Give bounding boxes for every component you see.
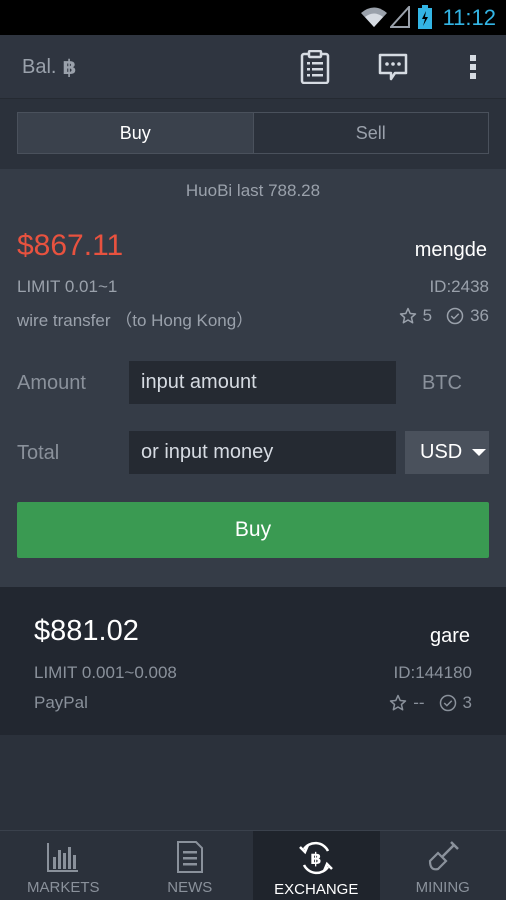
svg-text:฿: ฿ [311, 849, 322, 868]
seller-name: gare [429, 625, 470, 647]
star-outline-icon [399, 307, 416, 324]
clock: 11:12 [442, 5, 496, 30]
offer-price: $867.11 [17, 229, 124, 262]
bottom-navigation: MARKETS NEWS ฿ EXCHANGE MINING [0, 830, 506, 900]
currency-value: USD [420, 441, 463, 463]
amount-placeholder: input amount [141, 371, 257, 393]
chat-button[interactable] [376, 49, 410, 85]
nav-label: NEWS [167, 879, 213, 896]
offer-price: $881.02 [34, 615, 139, 647]
trade-count: 3 [462, 693, 472, 712]
caret-down-icon [472, 449, 487, 456]
seller-stats: 5 36 [399, 306, 489, 326]
last-price-ticker: HuoBi last 788.28 [185, 181, 321, 200]
app-bar: Bal. ฿ [0, 35, 506, 99]
payment-method: wire transfer （to Hong Kong） [17, 311, 254, 330]
bitcoin-exchange-icon: ฿ [299, 841, 334, 875]
offer-id: ID:2438 [429, 277, 489, 296]
seller-stats: -- 3 [389, 693, 472, 713]
trade-type-switch: Buy Sell [0, 99, 506, 169]
nav-mining[interactable]: MINING [380, 831, 506, 900]
rating-value: 5 [422, 306, 433, 325]
clipboard-list-icon [300, 50, 330, 84]
balance-label: Bal. [22, 56, 57, 78]
total-label: Total [17, 442, 60, 464]
rating-value: -- [413, 693, 425, 712]
more-vert-icon [470, 55, 476, 79]
offer-id: ID:144180 [393, 663, 472, 682]
news-icon [176, 841, 203, 873]
nav-news[interactable]: NEWS [127, 831, 254, 900]
wifi-icon [361, 7, 387, 27]
buy-tab[interactable]: Buy [18, 113, 254, 153]
bar-chart-icon [47, 843, 79, 872]
star-outline-icon [389, 694, 407, 711]
battery-charging-icon [418, 5, 432, 29]
total-input[interactable]: or input money [129, 431, 396, 474]
nav-label: EXCHANGE [274, 881, 359, 898]
nav-exchange[interactable]: ฿ EXCHANGE [253, 831, 380, 900]
overflow-menu-button[interactable] [456, 49, 490, 85]
check-circle-icon [446, 307, 464, 325]
bitcoin-icon: ฿ [62, 57, 77, 79]
offer-limit: LIMIT 0.001~0.008 [34, 663, 177, 682]
amount-unit: BTC [422, 372, 462, 394]
amount-label: Amount [17, 372, 86, 394]
currency-select[interactable]: USD [405, 431, 489, 474]
offer-limit: LIMIT 0.01~1 [17, 277, 118, 296]
nav-markets[interactable]: MARKETS [0, 831, 127, 900]
selected-offer-card: HuoBi last 788.28 $867.11 mengde LIMIT 0… [0, 169, 506, 587]
nav-label: MINING [415, 879, 470, 896]
seller-name[interactable]: mengde [415, 239, 487, 262]
balance-button[interactable]: Bal. ฿ [22, 55, 76, 80]
sell-tab[interactable]: Sell [254, 113, 489, 153]
shovel-icon [428, 841, 459, 871]
status-bar: 11:12 [0, 0, 506, 35]
signal-icon [390, 6, 410, 28]
check-circle-icon [439, 694, 456, 712]
offer-list-item[interactable]: $881.02 gare LIMIT 0.001~0.008 ID:144180… [0, 587, 506, 735]
trade-count: 36 [470, 306, 489, 325]
total-placeholder: or input money [141, 441, 274, 463]
chat-bubble-icon [378, 53, 408, 81]
orders-button[interactable] [298, 49, 332, 85]
payment-method: PayPal [34, 693, 88, 712]
buy-button[interactable]: Buy [17, 502, 489, 558]
amount-input[interactable]: input amount [129, 361, 396, 404]
nav-label: MARKETS [26, 879, 100, 896]
